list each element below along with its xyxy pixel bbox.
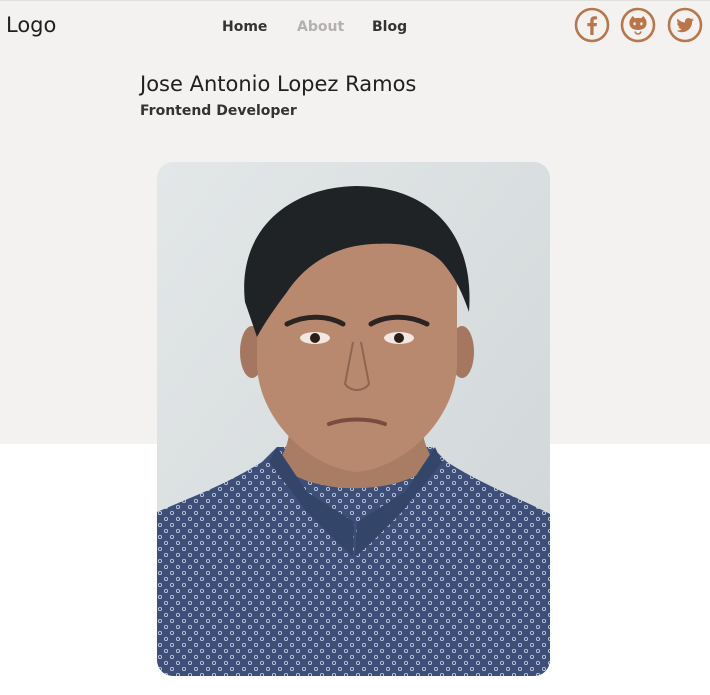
nav-home-link[interactable]: Home [222,19,267,35]
nav-about-link[interactable]: About [297,19,344,35]
nav-blog-link[interactable]: Blog [372,19,407,35]
twitter-icon[interactable] [667,7,703,43]
profile-photo [157,162,550,676]
profile-name: Jose Antonio Lopez Ramos [140,72,417,96]
facebook-icon[interactable] [574,7,610,43]
page: Logo Home About Blog Jose Antonio Lopez … [0,0,710,695]
profile-role: Frontend Developer [140,103,297,119]
github-icon[interactable] [620,7,656,43]
